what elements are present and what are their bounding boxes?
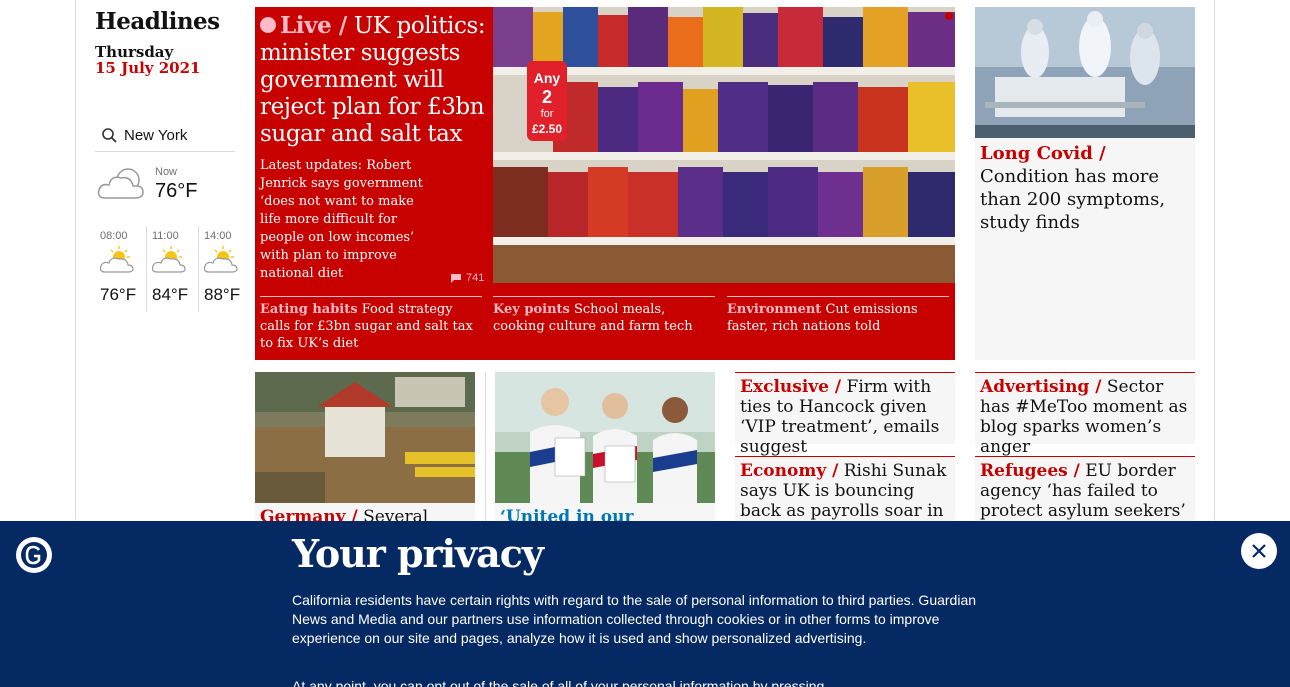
date: 15 July 2021 bbox=[95, 59, 201, 77]
column-divider bbox=[485, 372, 486, 522]
price-sign-two: 2 bbox=[542, 87, 552, 107]
sub-kicker: Key points bbox=[493, 302, 570, 317]
comment-count-value: 741 bbox=[466, 272, 485, 284]
cloud-icon bbox=[97, 168, 144, 199]
covid-image bbox=[975, 7, 1195, 138]
covid-headline-block: Long Covid / Condition has more than 200… bbox=[975, 138, 1195, 238]
supermarket-shelf-image: Any 2 for £2.50 bbox=[493, 7, 955, 283]
page-title: Headlines bbox=[95, 8, 220, 35]
lead-headline-link[interactable]: Live / UK politics: minister suggests go… bbox=[260, 12, 492, 148]
economy-card[interactable]: Economy / Rishi Sunak says UK is bouncin… bbox=[735, 456, 955, 541]
forecast-item: 14:00 88°F bbox=[198, 226, 248, 312]
live-dot-icon bbox=[260, 17, 276, 33]
lead-standfirst: Latest updates: Robert Jenrick says gove… bbox=[260, 158, 423, 281]
sub-kicker: Environment bbox=[727, 302, 822, 317]
advertising-headline-block: Advertising / Sector has #MeToo moment a… bbox=[975, 373, 1195, 461]
team-gb-image bbox=[495, 372, 715, 503]
location-name: New York bbox=[124, 127, 188, 144]
refugees-headline-block: Refugees / EU border agency ‘has failed … bbox=[975, 457, 1195, 525]
price-sign-for: for bbox=[541, 108, 554, 120]
live-kicker: Live / bbox=[280, 12, 347, 39]
lead-story-block: Live / UK politics: minister suggests go… bbox=[255, 7, 955, 360]
forecast-item: 08:00 76°F bbox=[95, 226, 145, 312]
privacy-banner: Your privacy California residents have c… bbox=[0, 521, 1290, 687]
privacy-text: California residents have certain rights… bbox=[292, 592, 977, 646]
refugees-card[interactable]: Refugees / EU border agency ‘has failed … bbox=[975, 456, 1195, 528]
forecast-time: 14:00 bbox=[204, 230, 232, 242]
search-icon bbox=[102, 128, 117, 143]
covid-kicker: Long Covid / bbox=[980, 143, 1106, 164]
forecast-temp: 76°F bbox=[100, 285, 137, 304]
close-icon bbox=[1252, 544, 1266, 558]
lead-image[interactable]: Any 2 for £2.50 bbox=[493, 7, 955, 283]
advertising-card[interactable]: Advertising / Sector has #MeToo moment a… bbox=[975, 372, 1195, 457]
forecast-temp: 84°F bbox=[152, 285, 189, 304]
guardian-g-icon bbox=[21, 542, 47, 568]
hospital-ward-image bbox=[975, 7, 1195, 138]
weather-location[interactable]: New York bbox=[95, 120, 235, 152]
economy-kicker: Economy / bbox=[740, 461, 839, 481]
forecast-time: 08:00 bbox=[100, 230, 128, 242]
long-covid-card[interactable]: Long Covid / Condition has more than 200… bbox=[975, 7, 1195, 360]
covid-headline: Condition has more than 200 symptoms, st… bbox=[980, 166, 1166, 233]
sub-link-eating-habits[interactable]: Eating habits Food strategy calls for £3… bbox=[260, 296, 482, 352]
comment-icon bbox=[451, 274, 461, 283]
united-image bbox=[495, 372, 715, 503]
sub-link-environment[interactable]: Environment Cut emissions faster, rich n… bbox=[727, 296, 949, 335]
price-sign-any: Any bbox=[534, 70, 561, 86]
germany-card[interactable]: Germany / Several bbox=[255, 372, 475, 532]
advertising-kicker: Advertising / bbox=[980, 377, 1102, 397]
united-card[interactable]: ‘United in our bbox=[495, 372, 715, 532]
close-button[interactable] bbox=[1241, 533, 1277, 569]
forecast-temp: 88°F bbox=[204, 285, 241, 304]
sun-cloud-icon bbox=[203, 246, 238, 273]
comment-count[interactable]: 741 bbox=[450, 272, 484, 284]
sun-cloud-icon bbox=[99, 246, 134, 273]
headlines-rail: Headlines Thursday 15 July 2021 New York… bbox=[95, 8, 245, 312]
weather-now: Now 76°F bbox=[95, 158, 245, 214]
germany-image bbox=[255, 372, 475, 503]
sub-link-key-points[interactable]: Key points School meals, cooking culture… bbox=[493, 296, 715, 335]
flooded-town-image bbox=[255, 372, 475, 503]
forecast-item: 11:00 84°F bbox=[146, 226, 196, 312]
sub-kicker: Eating habits bbox=[260, 302, 358, 317]
refugees-kicker: Refugees / bbox=[980, 461, 1080, 481]
exclusive-headline-block: Exclusive / Firm with ties to Hancock gi… bbox=[735, 373, 955, 461]
sun-cloud-icon bbox=[151, 246, 186, 273]
guardian-logo[interactable] bbox=[16, 537, 52, 573]
weekday: Thursday bbox=[95, 43, 174, 61]
price-sign-price: £2.50 bbox=[532, 122, 562, 136]
now-label: Now bbox=[155, 166, 178, 178]
now-temperature: 76°F bbox=[155, 180, 198, 202]
privacy-title: Your privacy bbox=[292, 531, 544, 576]
exclusive-card[interactable]: Exclusive / Firm with ties to Hancock gi… bbox=[735, 372, 955, 457]
forecast-time: 11:00 bbox=[152, 230, 179, 242]
privacy-text-continued: At any point, you can opt out of the sal… bbox=[292, 678, 825, 687]
exclusive-kicker: Exclusive / bbox=[740, 377, 842, 397]
